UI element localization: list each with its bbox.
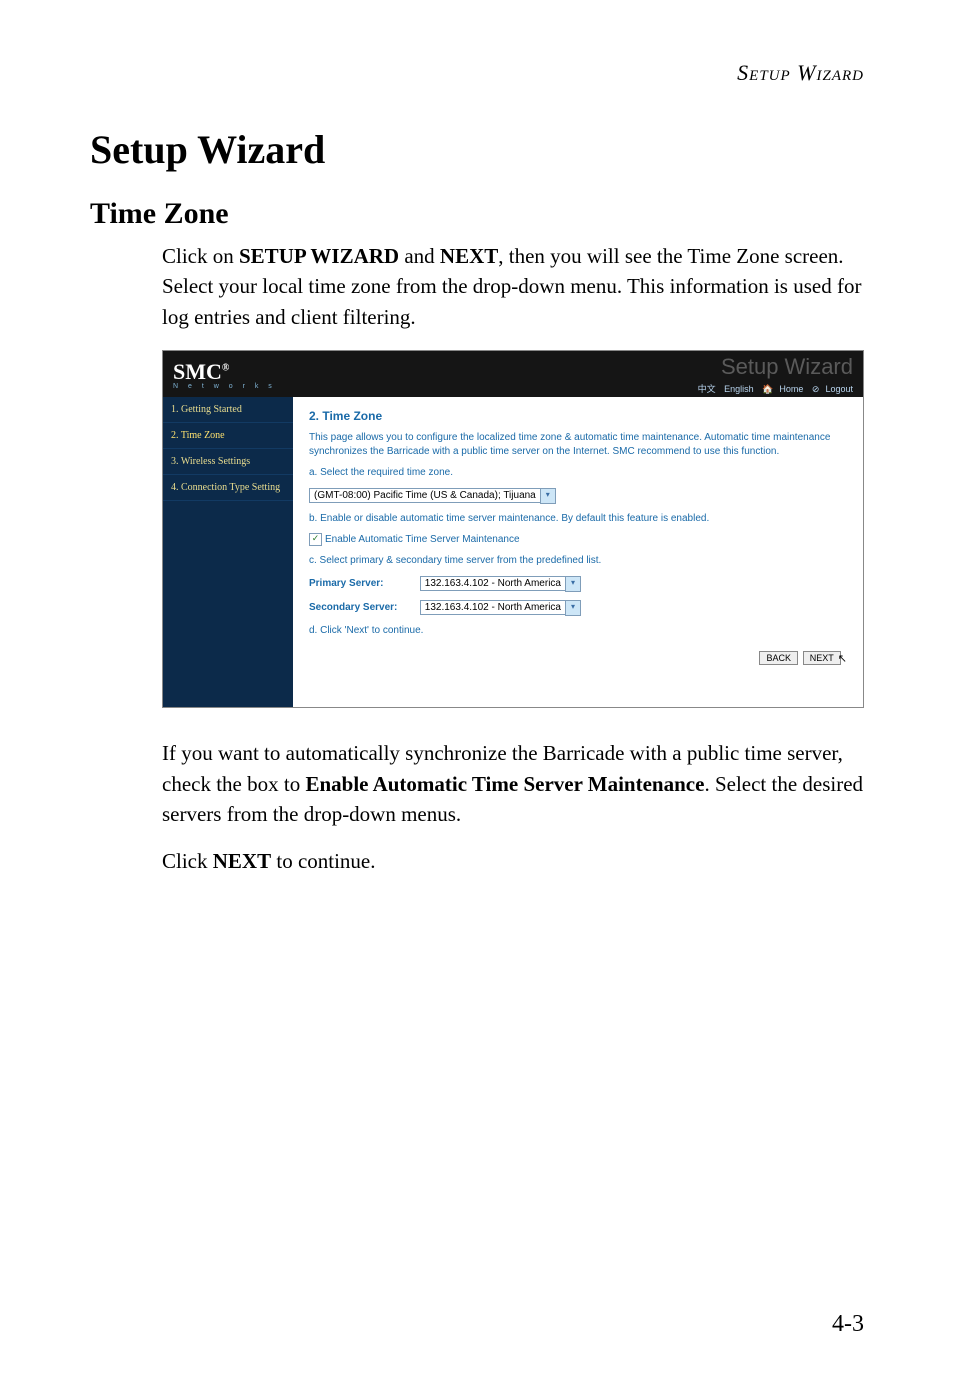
text-bold: SETUP WIZARD	[239, 244, 399, 268]
page-title: Setup Wizard	[90, 126, 864, 173]
text: to continue.	[271, 849, 375, 873]
secondary-server-label: Secondary Server:	[309, 602, 417, 613]
brand-logo: SMC®	[173, 359, 229, 384]
next-button[interactable]: NEXT	[803, 651, 841, 665]
secondary-server-select[interactable]: 132.163.4.102 - North America	[420, 600, 566, 615]
wizard-sidebar: 1. Getting Started 2. Time Zone 3. Wirel…	[163, 397, 293, 707]
page-number: 4-3	[832, 1311, 864, 1338]
enable-maintenance-checkbox[interactable]: ✓	[309, 533, 322, 546]
back-button[interactable]: BACK	[759, 651, 798, 665]
checkbox-label: Enable Automatic Time Server Maintenance	[325, 534, 520, 545]
running-header-word2: Wizard	[797, 60, 864, 85]
lang-link-en[interactable]: English	[724, 384, 754, 394]
watermark-title: Setup Wizard	[692, 354, 853, 380]
after-screenshot-paragraph: If you want to automatically synchronize…	[162, 738, 864, 829]
content-intro: This page allows you to configure the lo…	[309, 431, 847, 458]
logout-link[interactable]: Logout	[825, 384, 853, 394]
sidebar-item-connection-type[interactable]: 4. Connection Type Setting	[163, 475, 293, 501]
logo-block: SMC® N e t w o r k s	[173, 359, 276, 390]
primary-server-select[interactable]: 132.163.4.102 - North America	[420, 576, 566, 591]
text-bold: NEXT	[440, 244, 498, 268]
timezone-row: (GMT-08:00) Pacific Time (US & Canada); …	[309, 488, 847, 504]
chevron-down-icon[interactable]: ▾	[565, 576, 581, 592]
step-c: c. Select primary & secondary time serve…	[309, 554, 847, 568]
home-icon: 🏠	[762, 384, 773, 394]
sidebar-item-time-zone[interactable]: 2. Time Zone	[163, 423, 293, 449]
running-header-word1: Setup	[737, 60, 791, 85]
running-header: Setup Wizard	[90, 60, 864, 86]
timezone-select[interactable]: (GMT-08:00) Pacific Time (US & Canada); …	[309, 488, 541, 503]
wizard-content: 2. Time Zone This page allows you to con…	[293, 397, 863, 707]
primary-server-label: Primary Server:	[309, 578, 417, 589]
step-d: d. Click 'Next' to continue.	[309, 624, 847, 638]
chevron-down-icon[interactable]: ▾	[540, 488, 556, 504]
checkbox-row: ✓Enable Automatic Time Server Maintenanc…	[309, 533, 847, 546]
embedded-screenshot: SMC® N e t w o r k s Setup Wizard 中文 Eng…	[162, 350, 864, 708]
text: and	[399, 244, 440, 268]
logo-subtext: N e t w o r k s	[173, 383, 276, 390]
text: Click on	[162, 244, 239, 268]
sidebar-item-getting-started[interactable]: 1. Getting Started	[163, 397, 293, 423]
chevron-down-icon[interactable]: ▾	[565, 600, 581, 616]
step-a: a. Select the required time zone.	[309, 466, 847, 480]
secondary-server-row: Secondary Server: 132.163.4.102 - North …	[309, 600, 847, 616]
wizard-buttons: BACK NEXT↖	[309, 651, 847, 665]
home-link[interactable]: Home	[779, 384, 803, 394]
section-title: Time Zone	[90, 197, 864, 231]
click-next-paragraph: Click NEXT to continue.	[162, 846, 864, 876]
sidebar-item-wireless[interactable]: 3. Wireless Settings	[163, 449, 293, 475]
logo-registered: ®	[222, 362, 229, 373]
intro-paragraph: Click on SETUP WIZARD and NEXT, then you…	[162, 241, 864, 332]
text: Click	[162, 849, 213, 873]
text-bold: Enable Automatic Time Server Maintenance	[305, 772, 704, 796]
logout-icon: ⊘	[812, 384, 820, 394]
lang-link-cn[interactable]: 中文	[698, 384, 716, 394]
primary-server-row: Primary Server: 132.163.4.102 - North Am…	[309, 576, 847, 592]
content-heading: 2. Time Zone	[309, 409, 847, 423]
step-b: b. Enable or disable automatic time serv…	[309, 512, 847, 526]
screenshot-header: SMC® N e t w o r k s Setup Wizard 中文 Eng…	[163, 351, 863, 397]
screenshot-body: 1. Getting Started 2. Time Zone 3. Wirel…	[163, 397, 863, 707]
logo-text: SMC	[173, 359, 222, 384]
text-bold: NEXT	[213, 849, 271, 873]
header-right: Setup Wizard 中文 English 🏠 Home ⊘ Logout	[692, 354, 853, 395]
cursor-icon: ↖	[838, 652, 847, 665]
top-nav: 中文 English 🏠 Home ⊘ Logout	[692, 382, 853, 395]
